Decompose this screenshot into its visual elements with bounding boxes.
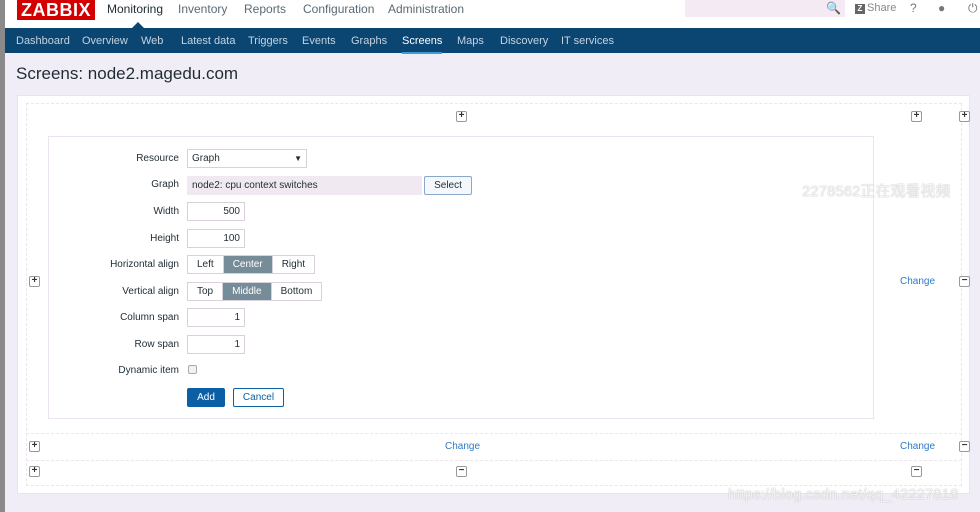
share-label: Share [867, 2, 897, 14]
remove-row-button[interactable]: − [959, 441, 970, 452]
window-edge [0, 0, 5, 512]
tab-graphs[interactable]: Graphs [351, 35, 387, 47]
width-input[interactable]: 500 [187, 202, 245, 221]
halign-label: Horizontal align [110, 259, 179, 270]
page-title: Screens: node2.magedu.com [16, 64, 239, 83]
grid-row-line [26, 433, 962, 461]
tab-screens[interactable]: Screens [402, 35, 443, 54]
tab-maps[interactable]: Maps [457, 35, 484, 47]
resource-select[interactable]: Graph ▼ [187, 149, 307, 168]
dropdown-arrow-icon: ▼ [294, 154, 302, 163]
dynamic-item-checkbox[interactable] [188, 365, 197, 374]
search-input[interactable] [685, 0, 845, 17]
valign-middle[interactable]: Middle [223, 283, 272, 300]
screen-cell-form: Resource Graph ▼ Graph node2: cpu context… [48, 136, 874, 419]
graph-field[interactable]: node2: cpu context switches [187, 176, 422, 195]
add-row-button[interactable]: + [29, 441, 40, 452]
graph-label: Graph [151, 179, 179, 190]
tab-dashboard[interactable]: Dashboard [16, 35, 70, 47]
sub-navigation: Dashboard Overview Web Latest data Trigg… [5, 28, 980, 54]
share-icon: Z [855, 4, 865, 14]
search-icon[interactable]: 🔍 [826, 1, 841, 15]
rowspan-input[interactable]: 1 [187, 335, 245, 354]
halign-center[interactable]: Center [223, 256, 273, 273]
colspan-input[interactable]: 1 [187, 308, 245, 327]
tab-it-services[interactable]: IT services [561, 35, 614, 47]
valign-segmented: Top Middle Bottom [187, 282, 323, 301]
dynamic-item-label: Dynamic item [118, 365, 179, 376]
resource-value: Graph [192, 153, 220, 164]
tab-discovery[interactable]: Discovery [500, 35, 548, 47]
viewer-watermark: 2278562正在观看视频 [802, 183, 951, 200]
add-column-button[interactable]: + [959, 111, 970, 122]
select-graph-button[interactable]: Select [424, 176, 472, 195]
tab-events[interactable]: Events [302, 35, 336, 47]
top-header: ZABBIX Monitoring Inventory Reports Conf… [5, 0, 980, 28]
remove-row-button[interactable]: − [959, 276, 970, 287]
add-column-button[interactable]: + [911, 111, 922, 122]
valign-label: Vertical align [122, 286, 179, 297]
halign-segmented: Left Center Right [187, 255, 316, 274]
add-column-button[interactable]: + [456, 111, 467, 122]
tab-web[interactable]: Web [141, 35, 163, 47]
change-cell-link[interactable]: Change [445, 441, 480, 452]
rowspan-label: Row span [134, 339, 179, 350]
cancel-button[interactable]: Cancel [233, 388, 284, 407]
change-cell-link[interactable]: Change [900, 441, 935, 452]
halign-right[interactable]: Right [273, 256, 314, 273]
height-label: Height [150, 233, 179, 244]
menu-monitoring[interactable]: Monitoring [107, 2, 163, 16]
add-button[interactable]: Add [187, 388, 225, 407]
blog-watermark: https://blog.csdn.net/qq_42227818 [728, 486, 959, 503]
valign-bottom[interactable]: Bottom [272, 283, 322, 300]
tab-triggers[interactable]: Triggers [248, 35, 288, 47]
power-icon[interactable]: ⏻ [968, 1, 978, 16]
valign-top[interactable]: Top [188, 283, 224, 300]
help-icon[interactable]: ? [910, 1, 917, 15]
tab-latest-data[interactable]: Latest data [181, 35, 235, 47]
add-row-button[interactable]: + [29, 466, 40, 477]
resource-label: Resource [136, 153, 179, 164]
menu-administration[interactable]: Administration [388, 2, 464, 16]
halign-left[interactable]: Left [188, 256, 224, 273]
width-label: Width [153, 206, 179, 217]
tab-overview[interactable]: Overview [82, 35, 128, 47]
height-input[interactable]: 100 [187, 229, 245, 248]
zabbix-logo[interactable]: ZABBIX [17, 0, 95, 20]
menu-reports[interactable]: Reports [244, 2, 286, 16]
colspan-label: Column span [120, 312, 179, 323]
user-icon[interactable]: ● [938, 1, 945, 15]
menu-configuration[interactable]: Configuration [303, 2, 374, 16]
change-cell-link[interactable]: Change [900, 276, 935, 287]
share-button[interactable]: Z Share [855, 2, 896, 14]
add-row-button[interactable]: + [29, 276, 40, 287]
remove-column-button[interactable]: − [911, 466, 922, 477]
menu-inventory[interactable]: Inventory [178, 2, 227, 16]
remove-column-button[interactable]: − [456, 466, 467, 477]
